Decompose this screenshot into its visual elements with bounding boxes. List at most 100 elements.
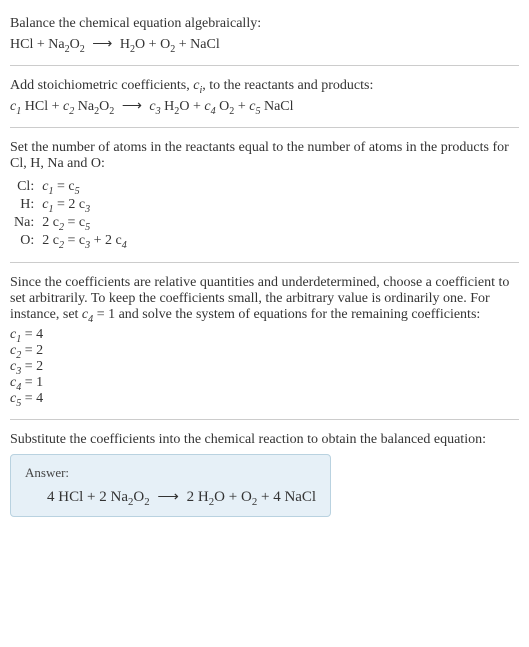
m1: = c (53, 179, 74, 194)
o2-3: O2 (241, 489, 257, 505)
h2o-2: H2O (164, 99, 189, 114)
plus3: + (175, 37, 190, 52)
s2b: 2 (109, 106, 114, 117)
arrow2-icon: ⟶ (118, 99, 146, 114)
o5: O (179, 99, 189, 114)
sp-b: = 1 and solve the system of equations fo… (93, 307, 480, 322)
atom-balance-intro: Set the number of atoms in the reactants… (10, 140, 519, 172)
sv3: = 2 (21, 359, 43, 374)
atom-balance-table: Cl: c1 = c5 H: c1 = 2 c3 Na: 2 c2 = c5 O… (10, 178, 131, 250)
p2: + (189, 99, 204, 114)
row-o: O: 2 c2 = c3 + 2 c4 (10, 232, 131, 250)
answer-label: Answer: (25, 465, 316, 481)
h: H (120, 37, 130, 52)
txt-a: Add stoichiometric coefficients, (10, 78, 193, 93)
arrow3-icon: ⟶ (153, 489, 183, 505)
c5: c5 (249, 99, 260, 114)
pf3: 2 c (42, 233, 59, 248)
el-o: O: (10, 232, 38, 250)
divider4 (10, 419, 519, 420)
divider2 (10, 127, 519, 128)
product-o2: O2 (160, 37, 175, 52)
row-cl: Cl: c1 = c5 (10, 178, 131, 196)
o3: O (160, 37, 170, 52)
c3: c3 (149, 99, 160, 114)
eq-na: 2 c2 = c5 (38, 214, 131, 232)
eq-cl: c1 = c5 (38, 178, 131, 196)
nacl3: NaCl (284, 489, 316, 505)
arrow-icon: ⟶ (88, 37, 116, 52)
ci-symbol: ci (193, 78, 202, 93)
s3b: 2 (144, 496, 149, 508)
o: O (70, 37, 80, 52)
m4: = c (64, 233, 85, 248)
unbalanced-equation: HCl + Na2O2 ⟶ H2O + O2 + NaCl (10, 36, 519, 53)
section-problem: Balance the chemical equation algebraica… (10, 8, 519, 61)
section-atom-balance: Set the number of atoms in the reactants… (10, 132, 519, 258)
n2b: 2 (187, 489, 198, 505)
pf2: 2 c (42, 215, 59, 230)
na2o2-3: Na2O2 (110, 489, 149, 505)
hcl2: HCl (25, 99, 48, 114)
c2: c2 (63, 99, 74, 114)
sol-c4: c4 = 1 (10, 375, 519, 391)
nacl2: NaCl (264, 99, 294, 114)
c4: c4 (204, 99, 215, 114)
r2: 3 (85, 204, 90, 215)
el-h: H: (10, 196, 38, 214)
na2o2-2: Na2O2 (78, 99, 115, 114)
t4: + 2 c (90, 233, 122, 248)
c4-ref: c4 (82, 307, 93, 322)
sol-c5: c5 = 4 (10, 391, 519, 407)
answer-box: Answer: 4 HCl + 2 Na2O2 ⟶ 2 H2O + O2 + 4… (10, 454, 331, 517)
plus2: + (145, 37, 160, 52)
el-cl: Cl: (10, 178, 38, 196)
o8: O (214, 489, 225, 505)
row-na: Na: 2 c2 = c5 (10, 214, 131, 232)
o6: O (219, 99, 229, 114)
plus: + (33, 37, 48, 52)
c1s: 1 (16, 106, 21, 117)
row-h: H: c1 = 2 c3 (10, 196, 131, 214)
section-solve: Since the coefficients are relative quan… (10, 267, 519, 415)
el-na: Na: (10, 214, 38, 232)
c5s: 5 (255, 106, 260, 117)
h2o-3: H2O (198, 489, 225, 505)
sol-c2: c2 = 2 (10, 343, 519, 359)
product-nacl: NaCl (190, 37, 220, 52)
c3s: 3 (156, 106, 161, 117)
sol-c1: c1 = 4 (10, 327, 519, 343)
m3: = c (64, 215, 85, 230)
o2-2: O2 (219, 99, 234, 114)
o2: O (135, 37, 145, 52)
add-coeff-text: Add stoichiometric coefficients, ci, to … (10, 78, 519, 94)
r1: 5 (75, 186, 80, 197)
solve-para: Since the coefficients are relative quan… (10, 275, 519, 323)
eq-h: c1 = 2 c3 (38, 196, 131, 214)
sv2: = 2 (21, 343, 43, 358)
m2: = 2 c (53, 197, 85, 212)
txt-b: , to the reactants and products: (202, 78, 373, 93)
p1: + (48, 99, 63, 114)
h3: H (198, 489, 209, 505)
p3: + (234, 99, 249, 114)
solution-list: c1 = 4 c2 = 2 c3 = 2 c4 = 1 c5 = 4 (10, 327, 519, 407)
tr4: 4 (122, 240, 127, 251)
c2s: 2 (69, 106, 74, 117)
pa2: + (225, 489, 241, 505)
pa3: + (257, 489, 273, 505)
o7: O (133, 489, 144, 505)
sv1: = 4 (21, 327, 43, 342)
coeff-equation: c1 HCl + c2 Na2O2 ⟶ c3 H2O + c4 O2 + c5 … (10, 98, 519, 115)
pa1: + (83, 489, 99, 505)
product-h2o: H2O (120, 37, 145, 52)
h2: H (164, 99, 174, 114)
balanced-equation: 4 HCl + 2 Na2O2 ⟶ 2 H2O + O2 + 4 NaCl (25, 487, 316, 506)
r3: 5 (85, 222, 90, 233)
sv5: = 4 (21, 391, 43, 406)
section-answer: Substitute the coefficients into the che… (10, 424, 519, 525)
problem-statement: Balance the chemical equation algebraica… (10, 16, 519, 32)
n4a: 4 (47, 489, 58, 505)
hcl3: HCl (58, 489, 83, 505)
c1: c1 (10, 99, 21, 114)
